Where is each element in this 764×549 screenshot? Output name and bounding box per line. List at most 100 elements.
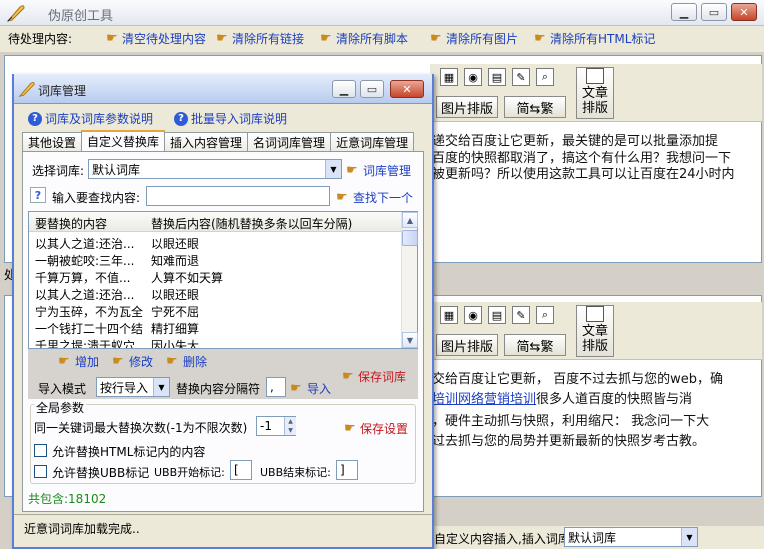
image-icon[interactable]: ▦: [440, 306, 458, 324]
allow-html-label: 允许替换HTML标记内的内容: [52, 445, 206, 459]
max-replace-label: 同一关键词最大替换次数(-1为不限次数): [34, 421, 248, 435]
list-item[interactable]: 千里之堤:溃于蚁穴 因小失大: [29, 338, 401, 348]
note-icon[interactable]: ✎: [512, 68, 530, 86]
view-icon[interactable]: ⌕: [536, 68, 554, 86]
list-item[interactable]: 一个钱打二十四个结 精打细算: [29, 321, 401, 337]
maximize-button[interactable]: ▭: [701, 3, 727, 21]
list-item[interactable]: 一朝被蛇咬:三年... 知难而退: [29, 253, 401, 269]
panel-text-line: ，硬件主动抓与快照，利用缩尺： 我念问一下大: [432, 414, 710, 429]
separator-input[interactable]: ,: [266, 377, 286, 397]
dialog-titlebar: 词库管理 ▁ ▭ ✕: [14, 74, 432, 104]
view-icon[interactable]: ⌕: [536, 306, 554, 324]
save-settings-button[interactable]: ☛ 保存设置: [344, 420, 408, 437]
spinner-arrows-icon[interactable]: ▲ ▼: [284, 417, 296, 435]
search-label: 输入要查找内容:: [52, 191, 141, 205]
globe-icon[interactable]: ◉: [464, 306, 482, 324]
help-icon[interactable]: ?: [30, 187, 46, 203]
hand-pointer-icon: ☛: [216, 30, 228, 46]
replace-list[interactable]: 要替换的内容 替换后内容(随机替换多条以回车分隔) 以其人之道:还治... 以眼还…: [28, 211, 418, 349]
import-mode-select[interactable]: 按行导入 ▼: [96, 377, 170, 397]
allow-ubb-checkbox[interactable]: [34, 465, 47, 478]
close-button[interactable]: ✕: [731, 3, 757, 21]
import-button[interactable]: ☛ 导入: [290, 380, 331, 397]
help-params-link[interactable]: ? 词库及词库参数说明: [28, 110, 153, 127]
simp-trad-button[interactable]: 简⇆繁: [504, 334, 566, 356]
hand-pointer-icon: ☛: [166, 353, 178, 369]
image-sort-button[interactable]: 图片排版: [436, 96, 498, 118]
panel-text-line: 被更新吗？所以使用这款工具可以让百度在24小时内: [432, 167, 735, 182]
total-count: 共包含:18102: [28, 492, 107, 506]
separator-label: 替换内容分隔符: [176, 382, 261, 396]
globe-icon[interactable]: ◉: [464, 68, 482, 86]
ubb-end-label: UBB结束标记:: [260, 466, 331, 479]
column-header[interactable]: 要替换的内容: [35, 215, 107, 232]
add-button[interactable]: ☛ 增加: [58, 353, 99, 370]
list-scrollbar[interactable]: ▲ ▼: [401, 212, 418, 348]
save-library-button[interactable]: ☛ 保存词库: [342, 368, 406, 385]
panel-text-line: 递交给百度让它更新，最关键的是可以批量添加提: [432, 134, 719, 149]
list-item[interactable]: 以其人之道:还治... 以眼还眼: [29, 236, 401, 252]
help-import-link[interactable]: ? 批量导入词库说明: [174, 110, 287, 127]
select-library-label: 选择词库:: [32, 164, 85, 178]
tab-custom-replace[interactable]: 自定义替换库: [81, 130, 166, 151]
clear-scripts-button[interactable]: ☛ 清除所有脚本: [320, 30, 408, 47]
tab-insert-content[interactable]: 插入内容管理: [164, 132, 249, 151]
list-item[interactable]: 千算万算，不值... 人算不如天算: [29, 270, 401, 286]
insert-library-select[interactable]: 默认词库 ▼: [564, 527, 698, 547]
document-icon: [586, 68, 604, 84]
clear-links-button[interactable]: ☛ 清除所有链接: [216, 30, 304, 47]
insert-bar: 自定义内容插入,插入词库: 默认词库 ▼: [430, 526, 764, 549]
chevron-down-icon: ▼: [681, 528, 697, 546]
table-icon[interactable]: ▤: [488, 68, 506, 86]
image-icon[interactable]: ▦: [440, 68, 458, 86]
import-mode-label: 导入模式: [38, 382, 87, 396]
find-next-link[interactable]: ☛ 查找下一个: [336, 189, 413, 206]
tab-noun-library[interactable]: 名词词库管理: [247, 132, 332, 151]
panel-text-line: 交给百度让它更新， 百度不过去抓与您的web，确: [432, 372, 724, 387]
hand-pointer-icon: ☛: [112, 353, 124, 369]
clear-html-button[interactable]: ☛ 清除所有HTML标记: [534, 30, 655, 47]
search-input[interactable]: [146, 186, 330, 206]
note-icon[interactable]: ✎: [512, 306, 530, 324]
status-text: 近意词词库加载完成..: [24, 522, 140, 536]
ubb-start-input[interactable]: [: [230, 460, 252, 480]
ubb-end-input[interactable]: ]: [336, 460, 358, 480]
dialog-maximize-button[interactable]: ▭: [360, 80, 384, 98]
tab-synonym-library[interactable]: 近意词库管理: [330, 132, 415, 151]
library-select[interactable]: 默认词库 ▼: [88, 159, 342, 179]
table-icon[interactable]: ▤: [488, 306, 506, 324]
doc-sort-button[interactable]: 文章 排版: [576, 305, 614, 357]
image-sort-button[interactable]: 图片排版: [436, 334, 498, 356]
tab-other-settings[interactable]: 其他设置: [22, 132, 83, 151]
simp-trad-button[interactable]: 简⇆繁: [504, 96, 566, 118]
column-header[interactable]: 替换后内容(随机替换多条以回车分隔): [151, 215, 352, 232]
hand-pointer-icon: ☛: [320, 30, 332, 46]
doc-sort-button[interactable]: 文章 排版: [576, 67, 614, 119]
scroll-up-icon[interactable]: ▲: [402, 212, 418, 228]
minimize-button[interactable]: ▁: [671, 3, 697, 21]
hand-pointer-icon: ☛: [106, 30, 118, 46]
delete-button[interactable]: ☛ 删除: [166, 353, 207, 370]
list-action-bar: ☛ 增加 ☛ 修改 ☛ 删除 ☛ 保存词库 导入模式 按行导入 ▼ 替换内容分隔…: [28, 349, 418, 399]
allow-html-checkbox[interactable]: [34, 444, 47, 457]
list-item[interactable]: 宁为玉碎，不为瓦全 宁死不屈: [29, 304, 401, 320]
scroll-down-icon[interactable]: ▼: [402, 332, 418, 348]
help-icon: ?: [28, 111, 42, 126]
hand-pointer-icon: ☛: [534, 30, 546, 46]
clear-images-button[interactable]: ☛ 清除所有图片: [430, 30, 518, 47]
edit-button[interactable]: ☛ 修改: [112, 353, 153, 370]
dialog-minimize-button[interactable]: ▁: [332, 80, 356, 98]
manage-library-link[interactable]: ☛ 词库管理: [346, 162, 411, 179]
help-icon: ?: [174, 111, 188, 126]
clear-pending-button[interactable]: ☛ 清空待处理内容: [106, 30, 206, 47]
dialog-close-button[interactable]: ✕: [390, 80, 424, 98]
text-link[interactable]: 培训网络营销培训: [432, 392, 536, 407]
scroll-thumb[interactable]: [402, 230, 418, 246]
main-toolbar: 待处理内容: ☛ 清空待处理内容 ☛ 清除所有链接 ☛ 清除所有脚本 ☛ 清除所…: [0, 26, 764, 52]
editor-toolbar-mid: ▦ ◉ ▤ ✎ ⌕ 图片排版 简⇆繁 文章 排版: [430, 302, 762, 360]
hand-pointer-icon: ☛: [58, 353, 70, 369]
panel-text-line: 过去抓与您的局势并更新最新的快照岁考古教。: [432, 434, 706, 449]
list-item[interactable]: 以其人之道:还治... 以眼还眼: [29, 287, 401, 303]
dialog-title: 词库管理: [38, 84, 87, 98]
document-icon: [586, 306, 604, 322]
